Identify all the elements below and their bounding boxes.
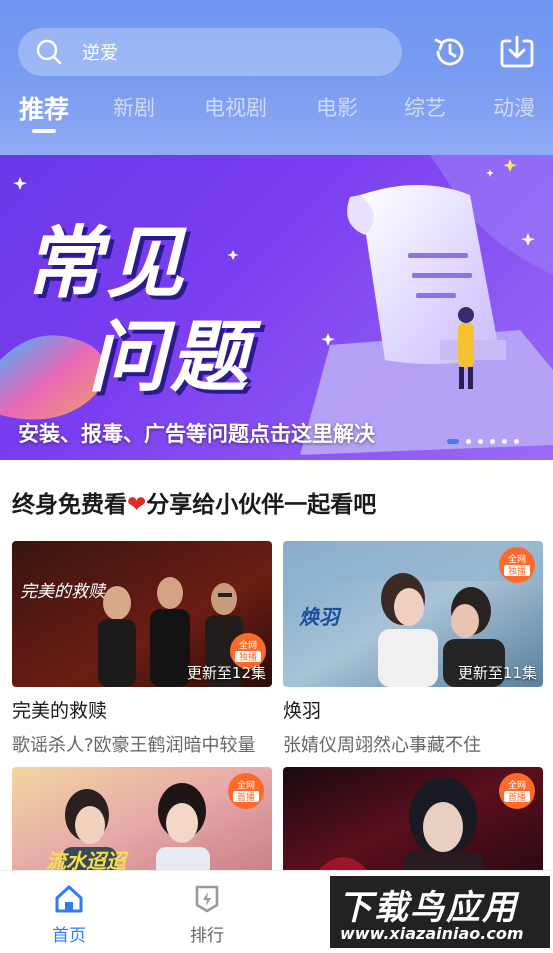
svg-text:全网: 全网 — [508, 553, 526, 565]
carousel-dot — [466, 438, 471, 444]
header: 逆爱 推荐 新剧 电视剧 电影 综艺 动漫 — [0, 0, 553, 155]
episode-update-label: 更新至12集 — [186, 664, 266, 682]
nav-item-ranking[interactable]: 排行 — [167, 883, 247, 946]
watermark-text: 下载鸟应用 — [338, 888, 518, 928]
show-card[interactable]: 全网 首播 — [283, 767, 543, 877]
section-title: 终身免费看❤分享给小伙伴一起看吧 — [12, 492, 377, 518]
show-card[interactable]: 焕羽 全网 独播 更新至11集 焕羽 张婧仪周翊然心事藏不住 — [283, 541, 543, 757]
show-card[interactable]: 完美的救赎 全网 独播 更新至12集 完美的救赎 歌谣杀人?欧豪王鹤润暗中较量 — [12, 541, 272, 757]
search-bar[interactable]: 逆爱 — [18, 28, 402, 76]
search-icon — [36, 39, 62, 65]
carousel-dot — [478, 438, 483, 444]
show-poster[interactable]: 全网 首播 — [283, 767, 543, 877]
carousel-indicator — [447, 438, 519, 444]
nav-label: 首页 — [52, 926, 86, 946]
banner-title-line2: 问题 — [88, 313, 253, 403]
tab-new-drama[interactable]: 新剧 — [113, 92, 155, 122]
category-tabs: 推荐 新剧 电视剧 电影 综艺 动漫 — [0, 92, 553, 138]
tab-recommend[interactable]: 推荐 — [19, 90, 69, 126]
watermark-logo: 下载鸟应用 www.xiazainiao.com — [330, 876, 550, 948]
premiere-badge-icon: 全网 首播 — [228, 773, 264, 809]
carousel-dot — [447, 438, 459, 444]
show-poster[interactable]: 焕羽 全网 独播 更新至11集 — [283, 541, 543, 687]
show-title[interactable]: 完美的救赎 — [12, 696, 272, 723]
poster-title-text: 焕羽 — [299, 605, 339, 629]
tab-tv-series[interactable]: 电视剧 — [204, 92, 267, 122]
show-description: 歌谣杀人?欧豪王鹤润暗中较量 — [12, 735, 256, 756]
faq-banner[interactable]: 常见 问题 安装、报毒、广告等问题点击这里解决 — [0, 155, 553, 460]
download-icon[interactable] — [497, 32, 537, 72]
watermark-url: www.xiazainiao.com — [340, 924, 524, 943]
carousel-dot — [514, 438, 519, 444]
carousel-dot — [502, 438, 507, 444]
show-description: 张婧仪周翊然心事藏不住 — [283, 735, 481, 756]
svg-text:全网: 全网 — [237, 779, 255, 791]
svg-text:首播: 首播 — [508, 791, 526, 803]
exclusive-badge-icon: 全网 独播 — [499, 547, 535, 583]
banner-caption: 安装、报毒、广告等问题点击这里解决 — [18, 422, 375, 446]
show-title[interactable]: 焕羽 — [283, 696, 543, 723]
tab-movies[interactable]: 电影 — [316, 92, 358, 122]
history-clock-icon[interactable] — [430, 32, 470, 72]
active-tab-indicator — [32, 129, 56, 133]
svg-text:全网: 全网 — [508, 779, 526, 791]
premiere-badge-icon: 全网 首播 — [499, 773, 535, 809]
tab-anime[interactable]: 动漫 — [493, 92, 535, 122]
carousel-dot — [490, 438, 495, 444]
svg-text:全网: 全网 — [239, 639, 257, 651]
episode-update-label: 更新至11集 — [457, 664, 537, 682]
ranking-icon — [195, 885, 219, 913]
nav-label: 排行 — [190, 926, 224, 946]
show-poster[interactable]: 完美的救赎 全网 独播 更新至12集 — [12, 541, 272, 687]
heart-icon: ❤ — [127, 492, 147, 518]
svg-text:独播: 独播 — [508, 565, 526, 577]
show-poster[interactable]: 流水迢迢 全网 首播 — [12, 767, 272, 877]
search-placeholder: 逆爱 — [82, 43, 118, 64]
svg-text:首播: 首播 — [237, 791, 255, 803]
home-icon — [55, 885, 83, 913]
tab-variety[interactable]: 综艺 — [404, 92, 446, 122]
show-card[interactable]: 流水迢迢 全网 首播 — [12, 767, 272, 877]
nav-item-home[interactable]: 首页 — [29, 883, 109, 946]
poster-title-text: 完美的救赎 — [20, 582, 105, 602]
